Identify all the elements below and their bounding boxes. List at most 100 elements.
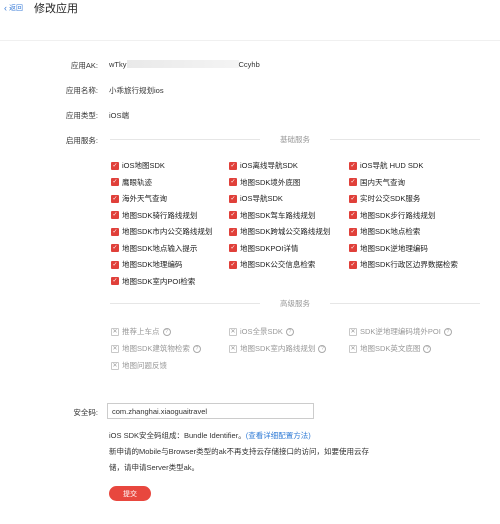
service-item[interactable]: ✓ 地图SDK跨城公交路线规划 (229, 226, 330, 237)
check-icon: ✓ (230, 179, 236, 185)
check-icon: ✓ (112, 162, 118, 169)
service-item[interactable]: ✓ 地图SDK地理编码 (111, 259, 182, 270)
service-item[interactable]: ✓ 实时公交SDK服务 (349, 193, 420, 204)
check-icon: ✓ (230, 195, 236, 202)
help-icon[interactable]: ? (192, 344, 201, 353)
service-item[interactable]: ✓ 地图SDK公交信息检索 (229, 259, 315, 270)
advanced-services-divider: 高级服务 (110, 298, 480, 308)
checkbox-checked[interactable]: ✓ (349, 211, 357, 219)
service-label: iOS离线导航SDK (240, 161, 298, 170)
service-item[interactable]: ✓ 地图SDK驾车路线规划 (229, 210, 315, 221)
service-item[interactable]: ✓ 地图SDK骑行路线规划 (111, 210, 197, 221)
x-icon: ✕ (230, 345, 236, 352)
help-icon[interactable]: ? (162, 327, 171, 336)
checkbox-checked[interactable]: ✓ (349, 244, 357, 252)
checkbox-checked[interactable]: ✓ (349, 161, 357, 170)
service-label: 实时公交SDK服务 (360, 194, 421, 203)
service-label: iOS导航SDK (240, 194, 283, 203)
service-item[interactable]: ✓ 地图SDK地点输入提示 (111, 243, 197, 254)
basic-services-title: 基础服务 (280, 135, 310, 144)
help-icon[interactable]: ? (285, 327, 294, 336)
checkbox-checked[interactable]: ✓ (229, 244, 237, 252)
service-item[interactable]: ✕ SDK逆地理编码境外POI? (349, 326, 452, 337)
checkbox-checked[interactable]: ✓ (229, 194, 237, 203)
check-icon: ✓ (230, 261, 236, 268)
checkbox-checked[interactable]: ✓ (229, 211, 237, 219)
checkbox-disabled[interactable]: ✕ (111, 327, 119, 336)
service-item[interactable]: ✓ 地图SDK逆地理编码 (349, 243, 428, 254)
checkbox-checked[interactable]: ✓ (111, 178, 119, 186)
check-icon: ✓ (112, 195, 118, 202)
service-item[interactable]: ✕ 地图SDK英文底图? (349, 343, 432, 354)
help-icon[interactable]: ? (423, 344, 432, 353)
service-label: 地图SDK跨城公交路线规划 (240, 227, 331, 236)
checkbox-checked[interactable]: ✓ (111, 161, 119, 170)
checkbox-checked[interactable]: ✓ (229, 260, 237, 269)
check-icon: ✓ (112, 228, 118, 235)
checkbox-checked[interactable]: ✓ (229, 178, 237, 186)
service-item[interactable]: ✓ 地图SDK地点检索 (349, 226, 420, 237)
service-label: iOS全景SDK (240, 327, 283, 336)
check-icon: ✓ (112, 278, 118, 284)
checkbox-disabled[interactable]: ✕ (229, 344, 237, 353)
back-link[interactable]: ‹ 返回 (4, 3, 23, 13)
service-item[interactable]: ✓ 地图SDK行政区边界数据检索 (349, 259, 458, 270)
checkbox-disabled[interactable]: ✕ (349, 344, 357, 353)
service-item[interactable]: ✕ 推荐上车点? (111, 326, 171, 337)
checkbox-checked[interactable]: ✓ (349, 194, 357, 203)
checkbox-checked[interactable]: ✓ (111, 244, 119, 252)
checkbox-checked[interactable]: ✓ (111, 277, 119, 285)
checkbox-checked[interactable]: ✓ (349, 178, 357, 186)
service-item[interactable]: ✓ 地图SDK室内POI检索 (111, 276, 195, 287)
checkbox-checked[interactable]: ✓ (349, 227, 357, 236)
checkbox-disabled[interactable]: ✕ (349, 327, 357, 336)
service-label: 地图SDK室内路线规划 (240, 344, 316, 353)
checkbox-disabled[interactable]: ✕ (111, 344, 119, 353)
back-label: 返回 (9, 5, 23, 12)
service-item[interactable]: ✓ iOS导航SDK (229, 193, 283, 204)
divider-line (110, 303, 260, 304)
safe-code-input[interactable]: com.zhanghai.xiaoguaitravel (107, 403, 314, 419)
config-help-link[interactable]: (查看详细配置方法) (246, 431, 311, 440)
checkbox-checked[interactable]: ✓ (111, 227, 119, 236)
service-item[interactable]: ✓ 海外天气查询 (111, 193, 167, 204)
divider-line (330, 139, 480, 140)
submit-button[interactable]: 提交 (109, 486, 151, 501)
x-icon: ✕ (112, 345, 118, 352)
x-icon: ✕ (350, 345, 356, 352)
checkbox-checked[interactable]: ✓ (229, 227, 237, 236)
service-item[interactable]: ✕ iOS全景SDK? (229, 326, 294, 337)
checkbox-checked[interactable]: ✓ (111, 211, 119, 219)
service-item[interactable]: ✓ 地图SDK市内公交路线规划 (111, 226, 212, 237)
service-item[interactable]: ✓ iOS离线导航SDK (229, 160, 298, 171)
service-item[interactable]: ✕ 地图问题反馈 (111, 360, 167, 371)
service-label: 地图SDK英文底图 (360, 344, 421, 353)
checkbox-disabled[interactable]: ✕ (229, 327, 237, 336)
help-icon[interactable]: ? (318, 344, 327, 353)
check-icon: ✓ (112, 261, 118, 268)
cloud-notice-line2: 储，请申请Server类型ak。 (109, 463, 200, 472)
safe-code-info-text: iOS SDK安全码组成：Bundle Identifier。 (109, 431, 246, 440)
safe-code-info: iOS SDK安全码组成：Bundle Identifier。(查看详细配置方法… (109, 430, 311, 441)
service-item[interactable]: ✓ 地图SDKPOI详情 (229, 243, 298, 254)
service-label: 地图SDK驾车路线规划 (240, 210, 316, 220)
service-item[interactable]: ✕ 地图SDK室内路线规划? (229, 343, 327, 354)
checkbox-checked[interactable]: ✓ (111, 260, 119, 269)
checkbox-checked[interactable]: ✓ (111, 194, 119, 203)
name-value: 小乖旅行规划ios (109, 86, 164, 95)
service-item[interactable]: ✓ iOS导航 HUD SDK (349, 160, 423, 171)
checkbox-checked[interactable]: ✓ (229, 161, 237, 170)
help-icon[interactable]: ? (443, 327, 452, 336)
service-item[interactable]: ✓ 地图SDK境外底图 (229, 177, 300, 188)
service-item[interactable]: ✕ 地图SDK建筑物检索? (111, 343, 201, 354)
service-label: 地图SDK室内POI检索 (122, 276, 196, 286)
checkbox-checked[interactable]: ✓ (349, 260, 357, 269)
checkbox-disabled[interactable]: ✕ (111, 361, 119, 370)
check-icon: ✓ (350, 179, 356, 185)
service-item[interactable]: ✓ 鹰眼轨迹 (111, 177, 152, 188)
service-label: 启用服务: (65, 136, 98, 145)
service-item[interactable]: ✓ iOS地图SDK (111, 160, 165, 171)
service-item[interactable]: ✓ 国内天气查询 (349, 177, 405, 188)
service-item[interactable]: ✓ 地图SDK步行路线规划 (349, 210, 435, 221)
service-label: 地图SDK建筑物检索 (122, 344, 190, 353)
